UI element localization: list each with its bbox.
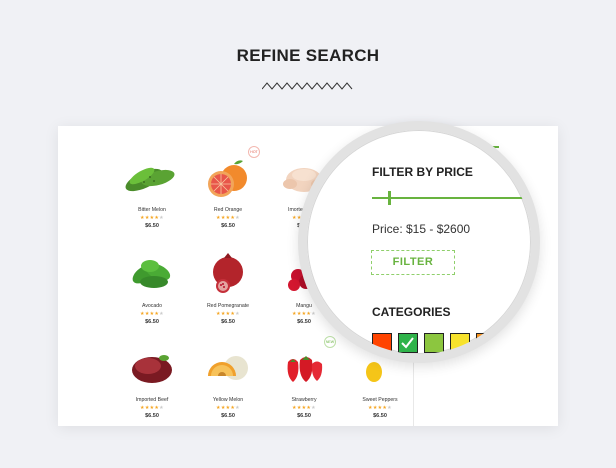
product-card[interactable]: Imported Beef ★★★★★ $6.50 [114,338,190,419]
product-image[interactable] [190,244,266,302]
product-image[interactable] [114,148,190,206]
product-price: $6.50 [145,413,159,419]
product-name[interactable]: Yellow Melon [190,397,266,403]
product-price: $6.50 [297,413,311,419]
magnifier-lens: FILTER BY PRICE Price: $15 - $2600 FILTE… [298,121,540,363]
color-swatch-green[interactable] [398,333,418,353]
product-rating: ★★★★★ [216,215,240,221]
color-swatch-yellow[interactable] [450,333,470,353]
price-range-text: Price: $15 - $2600 [372,222,471,236]
product-image[interactable]: HOT [190,146,266,206]
product-name[interactable]: Red Orange [190,207,266,213]
product-image[interactable] [114,244,190,302]
product-rating: ★★★★★ [368,405,392,411]
price-range-slider[interactable] [372,197,531,199]
product-price: $6.50 [221,223,235,229]
product-name[interactable]: Red Pomegranate [190,303,266,309]
product-price: $6.50 [373,413,387,419]
product-card[interactable]: Bitter Melon ★★★★★ $6.50 [114,148,190,229]
product-rating: ★★★★★ [216,405,240,411]
product-price: $6.50 [221,413,235,419]
product-rating: ★★★★★ [140,311,164,317]
product-name[interactable]: Strawberry [266,397,342,403]
product-card[interactable]: Avocado ★★★★★ $6.50 [114,244,190,325]
product-card[interactable]: Red Pomegranate ★★★★★ $6.50 [190,244,266,325]
product-price: $6.50 [145,319,159,325]
product-rating: ★★★★★ [216,311,240,317]
color-swatch-orange-red[interactable] [372,333,392,353]
product-rating: ★★★★★ [140,405,164,411]
hot-badge: HOT [248,146,260,158]
product-card[interactable]: Yellow Melon ★★★★★ $6.50 [190,338,266,419]
product-image[interactable] [190,338,266,396]
product-price: $6.50 [145,223,159,229]
product-price: $6.50 [221,319,235,325]
filter-by-price-title: FILTER BY PRICE [372,165,473,179]
color-swatch-lime[interactable] [424,333,444,353]
product-card[interactable]: HOT Red Orange ★★★★★ $6.50 [190,146,266,229]
product-name[interactable]: Avocado [114,303,190,309]
price-slider-handle[interactable] [388,191,391,205]
page-heading: REFINE SEARCH [236,46,380,65]
color-swatch-orange[interactable] [476,333,496,353]
product-rating: ★★★★★ [292,405,316,411]
zigzag-divider [262,82,353,90]
product-name[interactable]: Imported Beef [114,397,190,403]
categories-title: CATEGORIES [372,305,451,319]
filter-button[interactable]: FILTER [371,250,455,275]
color-swatch-purple[interactable] [502,333,522,353]
product-image[interactable] [114,338,190,396]
check-icon [401,337,414,349]
product-name[interactable]: Sweet Peppers [342,397,418,403]
product-rating: ★★★★★ [140,215,164,221]
product-name[interactable]: Bitter Melon [114,207,190,213]
